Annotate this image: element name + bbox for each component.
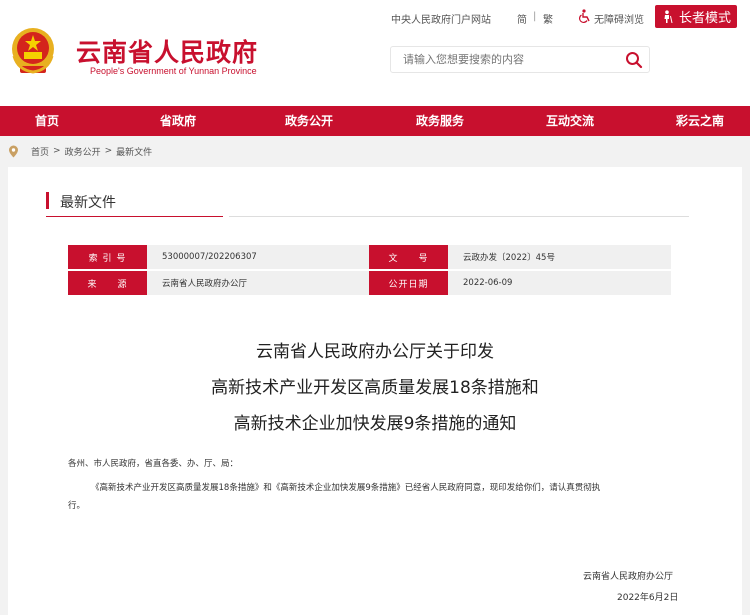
accessibility-icon[interactable] <box>578 9 592 23</box>
document-meta-table: 索 引 号 53000007/202206307 文 号 云政办发〔2022〕4… <box>68 245 671 297</box>
breadcrumb: 首页 > 政务公开 > 最新文件 <box>8 143 152 159</box>
site-subtitle-en: People's Government of Yunnan Province <box>90 66 257 76</box>
site-header: 云南省人民政府 People's Government of Yunnan Pr… <box>0 0 750 106</box>
lang-divider: | <box>533 11 537 22</box>
meta-row: 来 源 云南省人民政府办公厅 公开日期 2022-06-09 <box>68 271 671 295</box>
search-box <box>390 46 650 73</box>
main-nav: 首页 省政府 政务公开 政务服务 互动交流 彩云之南 <box>0 106 750 136</box>
source-value: 云南省人民政府办公厅 <box>147 271 369 295</box>
nav-item-colorful-yunnan[interactable]: 彩云之南 <box>676 106 724 136</box>
index-number-label: 索 引 号 <box>68 245 147 269</box>
document-title-line-2: 高新技术产业开发区高质量发展18条措施和 <box>211 378 539 398</box>
nav-item-government-services[interactable]: 政务服务 <box>416 106 464 136</box>
traditional-link[interactable]: 繁 <box>543 11 553 26</box>
document-sign-date: 2022年6月2日 <box>617 593 679 603</box>
elder-mode-label: 长者模式 <box>678 11 731 26</box>
location-pin-icon <box>9 145 18 157</box>
search-icon[interactable] <box>625 51 643 69</box>
breadcrumb-separator: > <box>104 146 113 156</box>
publish-date-label: 公开日期 <box>369 271 448 295</box>
document-title-line-3: 高新技术企业加快发展9条措施的通知 <box>233 414 517 434</box>
nav-item-province-government[interactable]: 省政府 <box>160 106 196 136</box>
accessibility-link[interactable]: 无障碍浏览 <box>594 11 644 26</box>
publish-date-value: 2022-06-09 <box>448 271 671 295</box>
breadcrumb-latest-files[interactable]: 最新文件 <box>116 145 152 158</box>
document-paragraph-line-1: 《高新技术产业开发区高质量发展18条措施》和《高新技术企业加快发展9条措施》已经… <box>91 483 601 493</box>
national-emblem-icon[interactable] <box>10 26 56 76</box>
section-title: 最新文件 <box>60 195 116 211</box>
document-salutation: 各州、市人民政府，省直各委、办、厅、局： <box>68 459 239 469</box>
elder-person-icon <box>664 10 673 23</box>
section-underline-accent <box>46 216 223 217</box>
nav-item-government-affairs[interactable]: 政务公开 <box>285 106 333 136</box>
elder-mode-button[interactable]: 长者模式 <box>655 5 737 28</box>
meta-row: 索 引 号 53000007/202206307 文 号 云政办发〔2022〕4… <box>68 245 671 269</box>
section-underline <box>229 216 689 217</box>
nav-item-home[interactable]: 首页 <box>35 106 59 136</box>
breadcrumb-government-affairs[interactable]: 政务公开 <box>65 145 101 158</box>
section-title-bar <box>46 192 49 209</box>
nav-item-interaction[interactable]: 互动交流 <box>546 106 594 136</box>
document-title-line-1: 云南省人民政府办公厅关于印发 <box>256 342 494 362</box>
document-number-label: 文 号 <box>369 245 448 269</box>
central-portal-link[interactable]: 中央人民政府门户网站 <box>391 11 491 26</box>
source-label: 来 源 <box>68 271 147 295</box>
simplified-link[interactable]: 简 <box>517 11 527 26</box>
search-input[interactable] <box>403 47 613 72</box>
breadcrumb-separator: > <box>53 146 61 156</box>
document-number-value: 云政办发〔2022〕45号 <box>448 245 671 269</box>
document-signer: 云南省人民政府办公厅 <box>583 572 674 582</box>
site-title[interactable]: 云南省人民政府 <box>76 33 258 69</box>
index-number-value: 53000007/202206307 <box>147 245 369 269</box>
document-paragraph-line-2: 行。 <box>68 501 86 511</box>
breadcrumb-home[interactable]: 首页 <box>31 145 49 158</box>
